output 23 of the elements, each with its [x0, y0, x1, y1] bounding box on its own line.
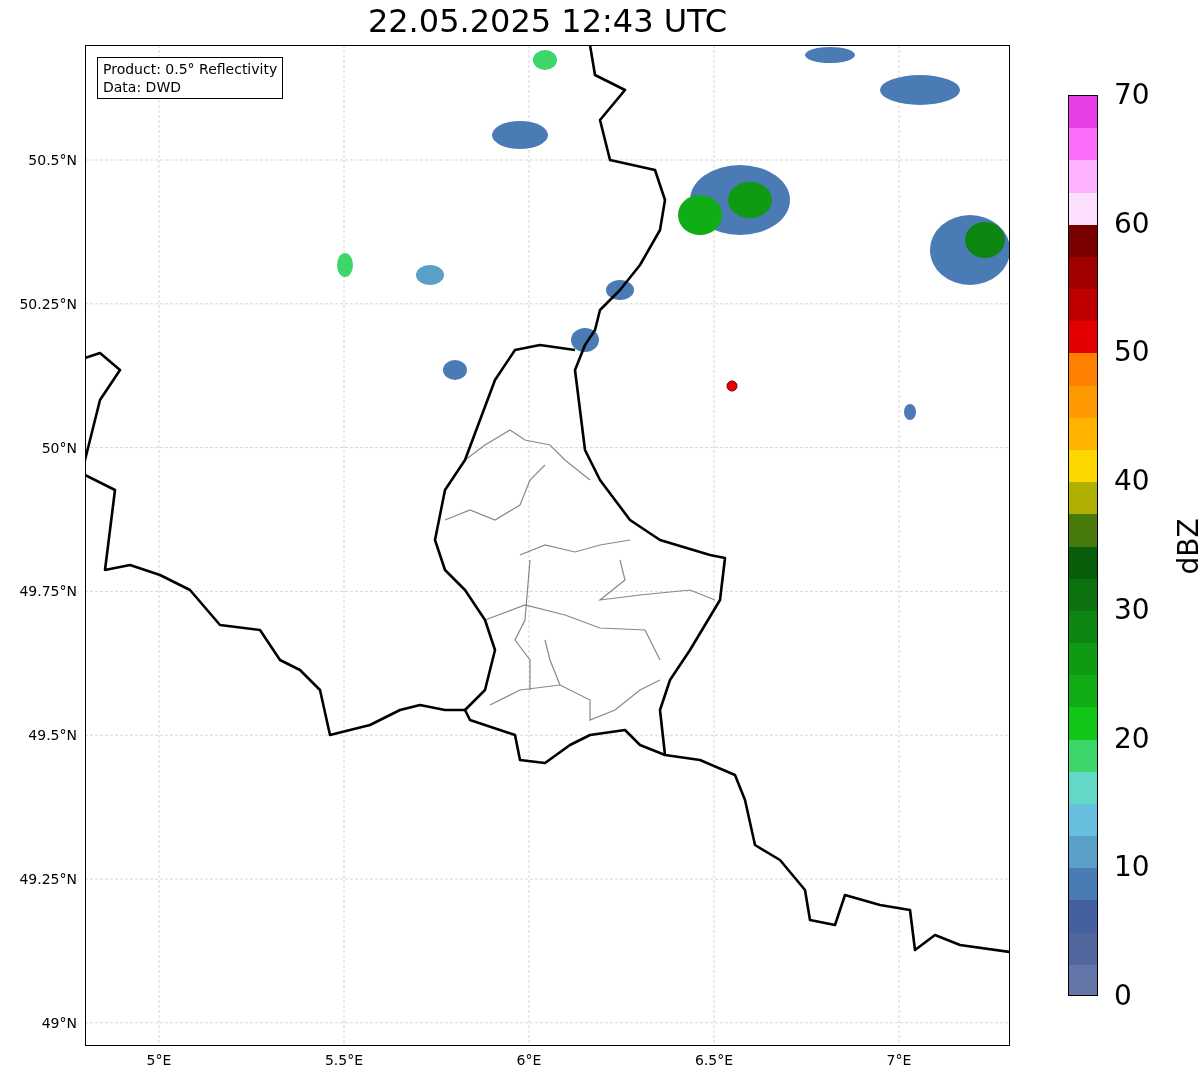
colorbar-tick-label: 10 — [1114, 850, 1150, 885]
colorbar-tick-label: 60 — [1114, 206, 1150, 241]
colorbar-label: dBZ — [1171, 518, 1202, 575]
longitude-label: 6°E — [515, 1052, 543, 1068]
colorbar-tick-label: 30 — [1114, 592, 1150, 627]
latitude-label: 49.25°N — [19, 871, 77, 887]
colorbar-tick-label: 50 — [1114, 335, 1150, 370]
colorbar-tick-label: 20 — [1114, 721, 1150, 756]
latitude-label: 50.5°N — [28, 152, 77, 168]
latitude-label: 50.25°N — [19, 295, 77, 312]
longitude-label: 7°E — [885, 1052, 913, 1068]
colorbar-tick-label: 70 — [1114, 78, 1150, 112]
info-box: Product: 0.5° Reflectivity Data: DWD — [97, 57, 284, 99]
colorbar-tick-label: 40 — [1114, 464, 1150, 499]
longitude-label: 6.5°E — [693, 1052, 735, 1068]
latitude-label: 49.5°N — [28, 727, 77, 744]
longitude-label: 5°E — [145, 1052, 173, 1068]
latitude-label: 49°N — [41, 1014, 77, 1031]
longitude-label: 5.5°E — [323, 1052, 365, 1068]
latitude-label: 49.75°N — [19, 583, 77, 600]
latitude-label: 50°N — [41, 439, 77, 456]
colorbar-tick-label: 0 — [1114, 979, 1132, 1013]
chart-title: 22.05.2025 12:43 UTC — [366, 1, 729, 42]
